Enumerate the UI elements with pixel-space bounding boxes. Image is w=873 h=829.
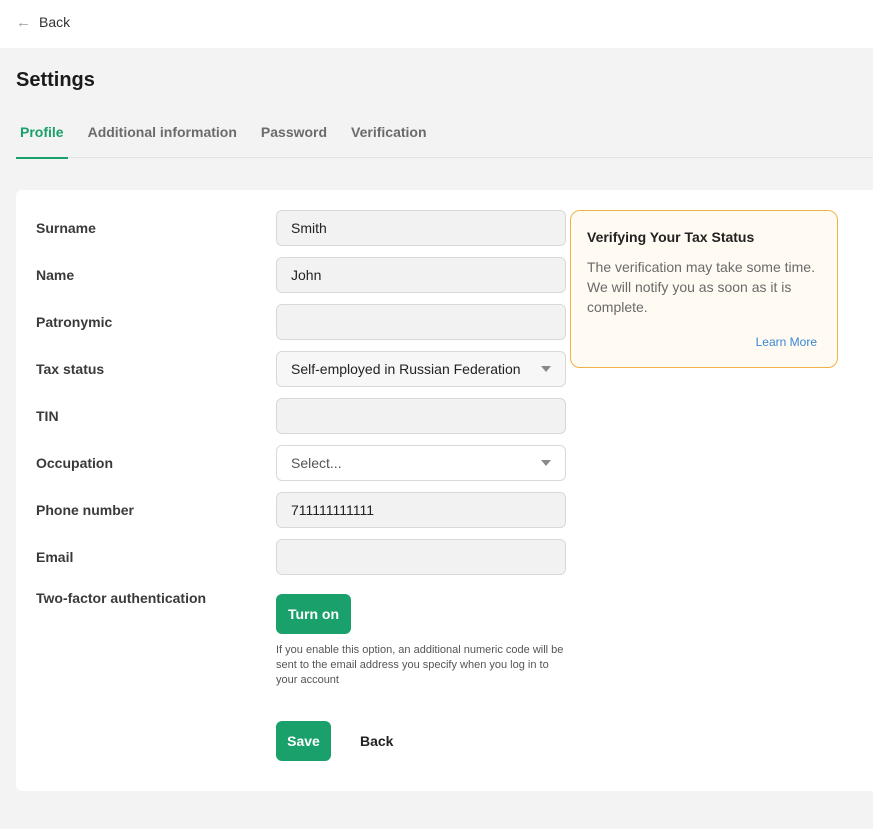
- surname-row: Surname Smith: [36, 210, 566, 246]
- tin-input[interactable]: [276, 398, 566, 434]
- tab-additional-information[interactable]: Additional information: [84, 112, 241, 158]
- occupation-row: Occupation Select...: [36, 445, 566, 481]
- tax-status-label: Tax status: [36, 361, 105, 377]
- name-label: Name: [36, 267, 75, 283]
- tax-status-value: Self-employed in Russian Federation: [291, 361, 521, 377]
- back-button[interactable]: Back: [354, 721, 399, 761]
- surname-label: Surname: [36, 220, 96, 236]
- tab-verification[interactable]: Verification: [347, 112, 430, 158]
- tax-status-row: Tax status Self-employed in Russian Fede…: [36, 351, 566, 387]
- tin-row: TIN: [36, 398, 566, 434]
- caret-down-icon: [541, 366, 551, 372]
- phone-row: Phone number 711111111111: [36, 492, 566, 528]
- page-title: Settings: [16, 69, 95, 91]
- tax-status-notice: Verifying Your Tax Status The verificati…: [570, 210, 838, 368]
- twofa-hint: If you enable this option, an additional…: [276, 644, 564, 686]
- occupation-label: Occupation: [36, 455, 114, 471]
- patronymic-label: Patronymic: [36, 314, 113, 330]
- email-row: Email: [36, 539, 566, 575]
- save-button[interactable]: Save: [276, 721, 331, 761]
- email-label: Email: [36, 549, 74, 565]
- surname-input[interactable]: Smith: [276, 210, 566, 246]
- caret-down-icon: [541, 460, 551, 466]
- top-bar: ← Back: [0, 0, 873, 48]
- learn-more-link[interactable]: Learn More: [756, 335, 817, 349]
- tax-status-select[interactable]: Self-employed in Russian Federation: [276, 351, 566, 387]
- arrow-left-icon: ←: [16, 13, 31, 31]
- patronymic-row: Patronymic: [36, 304, 566, 340]
- patronymic-input[interactable]: [276, 304, 566, 340]
- email-input[interactable]: [276, 539, 566, 575]
- tab-profile[interactable]: Profile: [16, 112, 68, 159]
- profile-form-card: Surname Smith Name John Patronymic Tax s…: [16, 190, 873, 791]
- notice-title: Verifying Your Tax Status: [587, 229, 755, 245]
- twofa-turn-on-button[interactable]: Turn on: [276, 594, 351, 634]
- tab-password[interactable]: Password: [257, 112, 331, 158]
- top-back-label: Back: [39, 14, 71, 30]
- top-back-link[interactable]: ← Back: [16, 12, 70, 32]
- tin-label: TIN: [36, 408, 59, 424]
- notice-text: The verification may take some time. We …: [587, 259, 815, 315]
- phone-input[interactable]: 711111111111: [276, 492, 566, 528]
- settings-tabs: Profile Additional information Password …: [16, 112, 873, 159]
- phone-label: Phone number: [36, 502, 135, 518]
- name-input[interactable]: John: [276, 257, 566, 293]
- occupation-select[interactable]: Select...: [276, 445, 566, 481]
- twofa-label: Two-factor authentication: [36, 590, 207, 606]
- name-row: Name John: [36, 257, 566, 293]
- occupation-placeholder: Select...: [291, 455, 342, 471]
